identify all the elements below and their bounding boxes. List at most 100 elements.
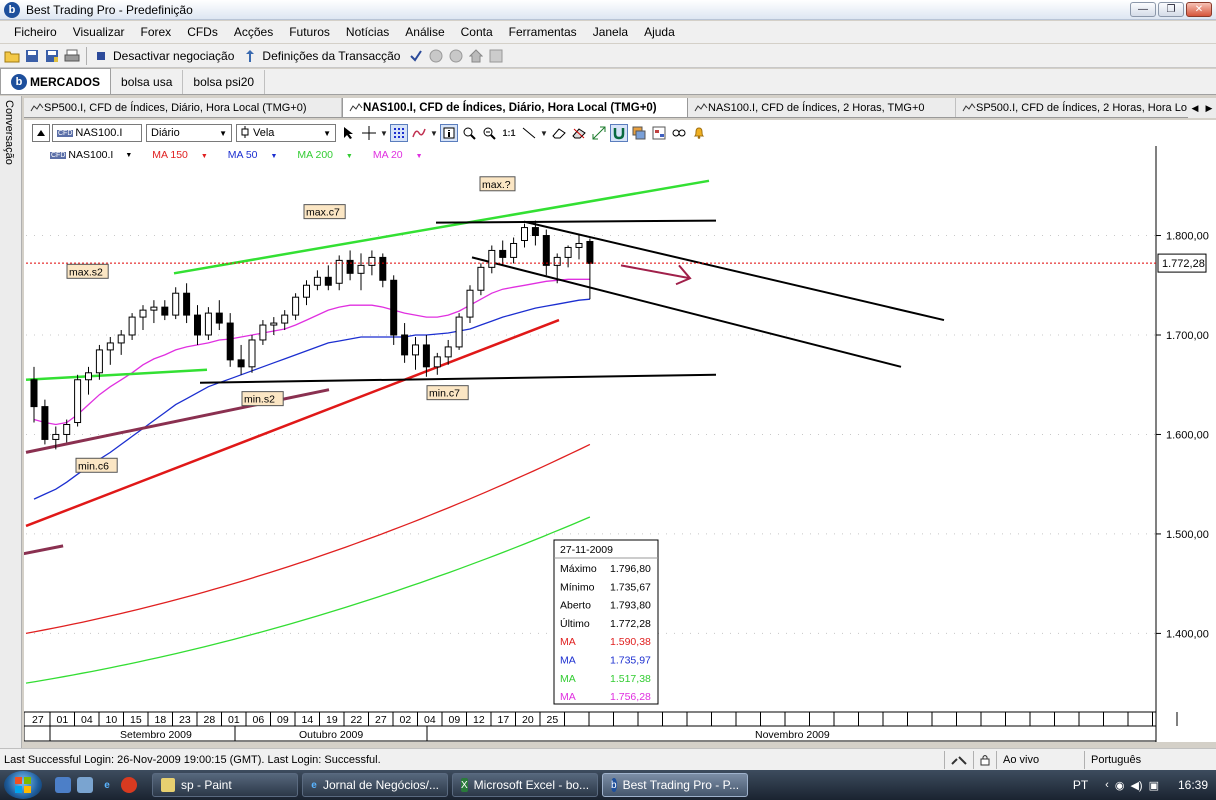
tray-expand-icon[interactable]: ‹ [1105,779,1109,791]
transaction-settings-icon[interactable] [241,47,259,65]
window-cascade-icon[interactable] [650,124,668,142]
candle-icon [241,125,249,141]
annotation-label: max.s2 [69,266,103,278]
tab-bolsa-usa[interactable]: bolsa usa [111,70,184,94]
minimize-button[interactable]: — [1130,2,1156,17]
menu-futuros[interactable]: Futuros [281,21,338,43]
network-icon[interactable]: ◉ [1115,779,1125,792]
chart-tab-sp500-daily[interactable]: SP500.I, CFD de Índices, Diário, Hora Lo… [24,98,342,117]
menu-conta[interactable]: Conta [453,21,501,43]
window-tile-icon[interactable] [630,124,648,142]
candle-body [183,292,191,316]
legend-ma50[interactable]: MA 50 ▼ [228,149,288,161]
taskbar-browser[interactable]: e Jornal de Negócios/... [302,773,448,797]
menu-analise[interactable]: Análise [397,21,452,43]
date-tick-label: 27 [375,714,387,726]
cursor-arrow-icon[interactable] [340,124,358,142]
menu-accoes[interactable]: Acções [226,21,281,43]
check-icon[interactable] [407,47,425,65]
grid-toggle-icon[interactable] [390,124,408,142]
menu-ajuda[interactable]: Ajuda [636,21,683,43]
expand-icon[interactable] [590,124,608,142]
tab-bolsa-psi20[interactable]: bolsa psi20 [183,70,266,94]
info-icon[interactable] [440,124,458,142]
trendline-icon[interactable] [520,124,538,142]
chevron-down-icon: ▼ [200,153,208,160]
link-icon[interactable] [670,124,688,142]
clock[interactable]: 16:39 [1178,778,1208,792]
close-button[interactable]: ✕ [1186,2,1212,17]
menu-forex[interactable]: Forex [133,21,180,43]
candle-body [313,276,321,286]
volume-icon[interactable]: ◀) [1130,779,1142,792]
internet-explorer-icon[interactable]: e [99,777,115,793]
conversation-panel-tab[interactable]: Conversação [3,100,15,165]
chart-line-icon [349,102,363,111]
menu-visualizar[interactable]: Visualizar [65,21,133,43]
main-toolbar: Desactivar negociação Definições da Tran… [0,44,1216,68]
chart-type-select[interactable]: Vela ▼ [236,124,336,142]
menu-noticias[interactable]: Notícias [338,21,397,43]
forward-icon[interactable] [447,47,465,65]
legend-ma150[interactable]: MA 150 ▼ [152,149,217,161]
menu-janela[interactable]: Janela [585,21,636,43]
alert-bell-icon[interactable] [690,124,708,142]
menu-ficheiro[interactable]: Ficheiro [6,21,65,43]
erase-all-icon[interactable] [570,124,588,142]
eraser-icon[interactable] [550,124,568,142]
open-folder-icon[interactable] [3,47,21,65]
tab-mercados[interactable]: b MERCADOS [0,68,112,94]
refresh-icon[interactable] [487,47,505,65]
chevron-down-icon[interactable]: ▼ [380,124,388,142]
system-tray: PT ‹ ◉ ◀) ▣ 16:39 [1073,770,1216,800]
ohlc-info-value: 1.517,38 [610,673,651,685]
reset-zoom-icon[interactable]: 1:1 [500,124,518,142]
timeframe-select[interactable]: Diário ▼ [146,124,232,142]
input-language[interactable]: PT [1073,778,1088,792]
magnet-icon[interactable] [610,124,628,142]
maximize-button[interactable]: ❐ [1158,2,1184,17]
print-icon[interactable] [63,47,81,65]
legend-symbol[interactable]: CFD NAS100.I ▼ [50,149,142,161]
indicator-icon[interactable] [410,124,428,142]
collapse-up-icon[interactable] [32,124,50,142]
chart-tab-nas100-2h[interactable]: NAS100.I, CFD de Índices, 2 Horas, TMG+0 [688,98,956,117]
explorer-icon[interactable] [77,777,93,793]
tab-scroll-right-icon[interactable]: ▶ [1206,103,1213,114]
menu-ferramentas[interactable]: Ferramentas [501,21,585,43]
chart-tab-nas100-daily[interactable]: NAS100.I, CFD de Índices, Diário, Hora L… [342,98,688,117]
home-icon[interactable] [467,47,485,65]
windows-logo-icon [15,777,31,793]
ohlc-info-label: MA [560,691,576,703]
price-tick-label: 1.500,00 [1166,529,1209,541]
tab-scroll-left-icon[interactable]: ◀ [1192,103,1199,114]
zoom-in-icon[interactable] [480,124,498,142]
media-icon[interactable] [121,777,137,793]
back-icon[interactable] [427,47,445,65]
legend-ma20[interactable]: MA 20 ▼ [373,149,433,161]
legend-ma150-label: MA 150 [152,149,188,161]
legend-ma200[interactable]: MA 200 ▼ [297,149,362,161]
chevron-down-icon: ▼ [219,128,227,138]
taskbar-excel[interactable]: X Microsoft Excel - bo... [452,773,598,797]
chevron-down-icon[interactable]: ▼ [430,124,438,142]
chevron-down-icon[interactable]: ▼ [540,124,548,142]
start-button[interactable] [4,771,42,799]
transaction-settings-button[interactable]: Definições da Transacção [262,49,400,63]
date-tick-label: 25 [547,714,559,726]
save-as-icon[interactable] [43,47,61,65]
zoom-area-icon[interactable] [460,124,478,142]
symbol-input[interactable]: CFD NAS100.I [52,124,142,142]
show-desktop-icon[interactable] [55,777,71,793]
action-center-icon[interactable]: ▣ [1149,779,1159,792]
save-icon[interactable] [23,47,41,65]
price-chart[interactable]: 1.800,00 1.700,00 1.600,00 1.500,00 1.400,00… [22,146,1216,742]
chart-canvas[interactable]: 1.800,00 1.700,00 1.600,00 1.500,00 1.400,00… [22,146,1216,742]
chart-tab-sp500-2h[interactable]: SP500.I, CFD de Índices, 2 Horas, Hora L… [956,98,1206,117]
menu-cfds[interactable]: CFDs [179,21,226,43]
taskbar-paint[interactable]: sp - Paint [152,773,298,797]
deactivate-trading-icon[interactable] [92,47,110,65]
deactivate-trading-button[interactable]: Desactivar negociação [113,49,234,63]
taskbar-best-trading[interactable]: b Best Trading Pro - P... [602,773,748,797]
crosshair-icon[interactable] [360,124,378,142]
